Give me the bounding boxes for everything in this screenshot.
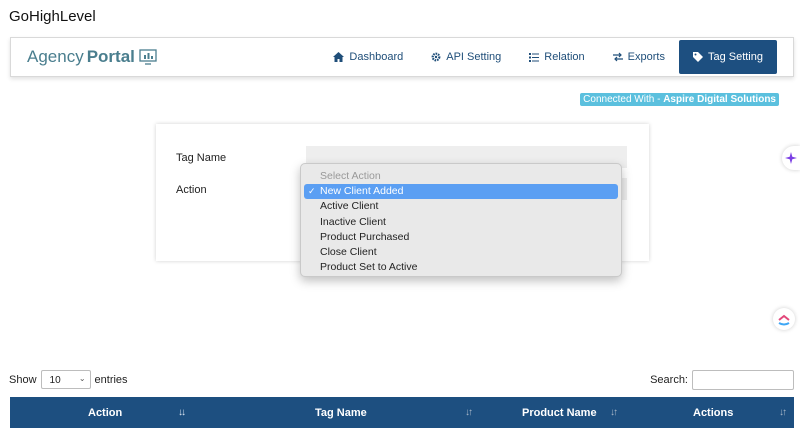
- nav-dashboard-label: Dashboard: [349, 51, 404, 63]
- gear-icon: [431, 52, 441, 62]
- ai-sparkle-button[interactable]: [782, 146, 800, 170]
- option-product-set-to-active[interactable]: Product Set to Active: [304, 260, 618, 275]
- search-label: Search:: [650, 374, 688, 386]
- exchange-icon: [612, 52, 623, 62]
- table-header: Action ↓↓ Tag Name ↓↑ Product Name ↓↑ Ac…: [10, 397, 794, 428]
- th-product-name[interactable]: Product Name: [522, 397, 597, 428]
- nav-relation[interactable]: Relation: [515, 40, 598, 74]
- nav-dashboard[interactable]: Dashboard: [319, 40, 417, 74]
- connected-prefix: Connected With -: [583, 94, 664, 105]
- option-label: New Client Added: [320, 185, 404, 198]
- clickup-icon: [778, 314, 790, 326]
- main-nav: Dashboard API Setting Relation Exports T…: [319, 40, 777, 74]
- nav-exports[interactable]: Exports: [599, 40, 679, 74]
- action-label: Action: [176, 184, 207, 196]
- th-tag-name[interactable]: Tag Name: [315, 397, 367, 428]
- sort-icon[interactable]: ↓↑: [465, 407, 473, 418]
- clickup-button[interactable]: [773, 308, 795, 330]
- th-action[interactable]: Action: [88, 397, 122, 428]
- nav-api-setting-label: API Setting: [446, 51, 502, 63]
- app-title: GoHighLevel: [9, 8, 96, 25]
- monitor-chart-icon: [139, 49, 157, 65]
- checkmark-icon: ✓: [308, 186, 316, 197]
- page-length-control: Show 10 ⌄ entries: [9, 370, 128, 389]
- tag-name-label: Tag Name: [176, 152, 227, 164]
- home-icon: [333, 52, 345, 62]
- sort-icon[interactable]: ↓↑: [610, 407, 618, 418]
- list-icon: [529, 52, 540, 62]
- entries-label: entries: [94, 373, 128, 386]
- search-input[interactable]: [692, 370, 794, 390]
- nav-exports-label: Exports: [627, 51, 665, 63]
- page-size-select[interactable]: 10 ⌄: [40, 370, 91, 389]
- sort-icon[interactable]: ↓↑: [779, 407, 787, 418]
- option-active-client[interactable]: Active Client: [304, 199, 618, 214]
- dropdown-placeholder: Select Action: [320, 170, 381, 182]
- brand-part-2: Portal: [86, 47, 135, 66]
- option-close-client[interactable]: Close Client: [304, 245, 618, 260]
- page-size-value: 10: [49, 375, 61, 386]
- brand-part-1: Agency: [27, 47, 84, 66]
- sparkle-icon: [785, 152, 797, 164]
- nav-tag-setting[interactable]: Tag Setting: [678, 40, 777, 74]
- tag-icon: [692, 52, 703, 62]
- sort-asc-icon[interactable]: ↓↓: [178, 407, 186, 418]
- option-inactive-client[interactable]: Inactive Client: [304, 215, 618, 230]
- option-product-purchased[interactable]: Product Purchased: [304, 230, 618, 245]
- option-new-client-added[interactable]: ✓ New Client Added: [304, 184, 618, 200]
- nav-relation-label: Relation: [544, 51, 585, 63]
- top-navbar: Agency Portal Dashboard API Setting Relat…: [10, 37, 794, 77]
- show-label: Show: [9, 373, 37, 386]
- table-search: Search:: [650, 370, 794, 390]
- chevron-down-icon: ⌄: [78, 374, 86, 383]
- connected-badge: Connected With - Aspire Digital Solution…: [580, 93, 779, 106]
- connected-name: Aspire Digital Solutions: [663, 94, 776, 105]
- brand-logo[interactable]: Agency Portal: [27, 47, 157, 67]
- nav-api-setting[interactable]: API Setting: [417, 40, 515, 74]
- action-dropdown-menu: Select Action ✓ New Client Added Active C…: [300, 163, 622, 277]
- th-actions[interactable]: Actions: [693, 397, 733, 428]
- nav-tag-setting-label: Tag Setting: [707, 51, 763, 63]
